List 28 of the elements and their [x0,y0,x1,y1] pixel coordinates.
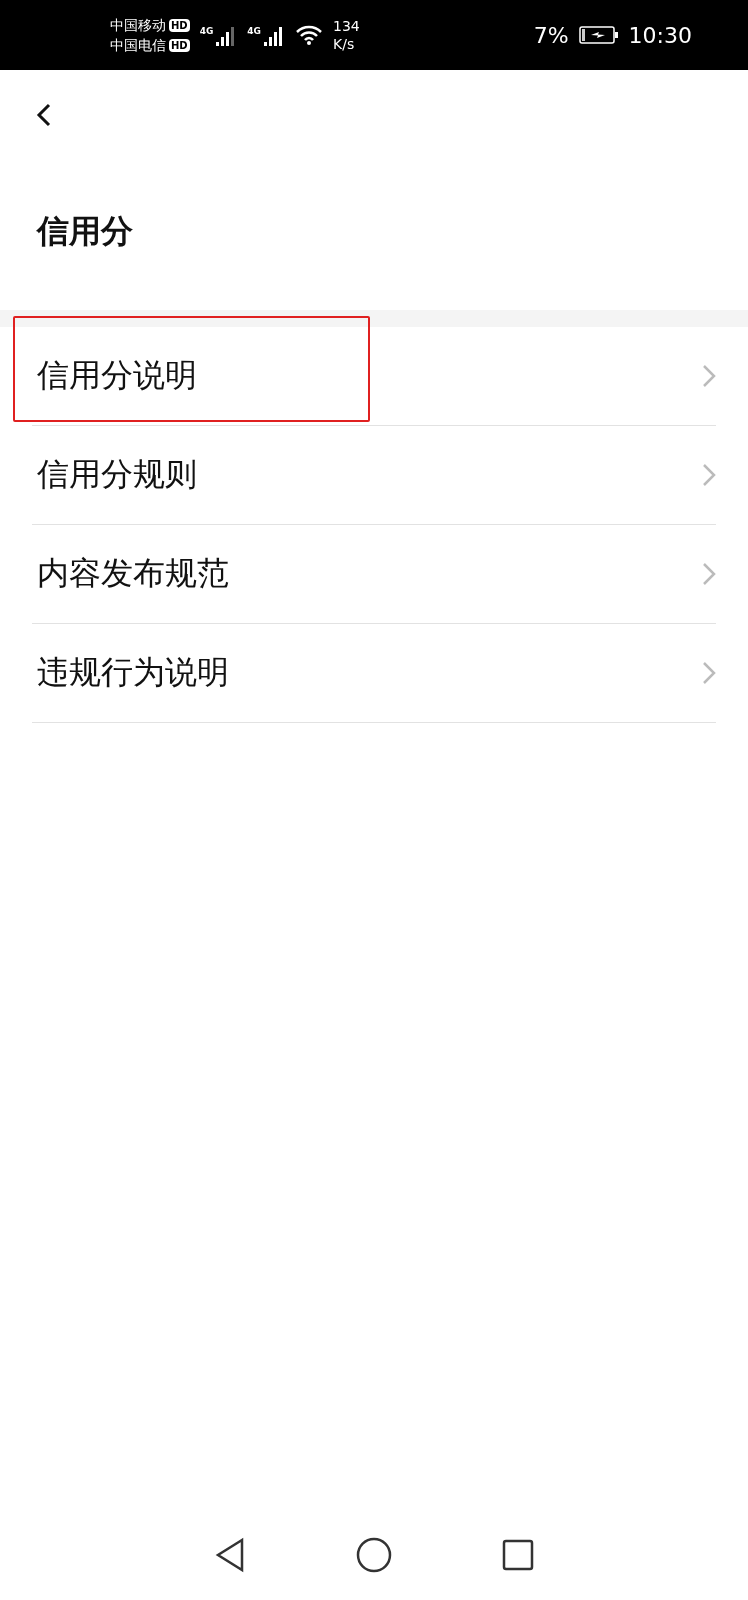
chevron-right-icon [702,562,716,586]
back-nav-button[interactable] [214,1537,246,1573]
speed-unit: K/s [333,35,355,53]
network-type: 4G [247,26,261,36]
menu-item[interactable]: 信用分说明 [32,327,716,426]
speed-value: 134 [333,17,360,35]
carrier-name: 中国电信 [110,36,166,54]
carrier-name: 中国移动 [110,16,166,34]
home-nav-button[interactable] [356,1537,392,1573]
square-icon [502,1539,534,1571]
hd-badge: HD [169,18,190,32]
wifi-icon [295,24,323,46]
network-type: 4G [199,26,214,36]
hd-badge: HD [169,38,190,52]
chevron-right-icon [702,463,716,487]
clock: 10:30 [628,22,692,48]
circle-icon [356,1537,392,1573]
page-title: 信用分 [35,211,134,252]
battery-charging-icon [578,25,619,45]
recents-nav-button[interactable] [502,1539,534,1571]
chevron-right-icon [702,661,716,685]
menu-item[interactable]: 违规行为说明 [32,624,716,723]
chevron-right-icon [702,364,716,388]
battery-percent: 7% [533,22,569,48]
triangle-icon [214,1537,246,1573]
menu-item[interactable]: 内容发布规范 [32,525,716,624]
menu-item[interactable]: 信用分规则 [32,426,716,525]
signal-icon [263,24,285,46]
